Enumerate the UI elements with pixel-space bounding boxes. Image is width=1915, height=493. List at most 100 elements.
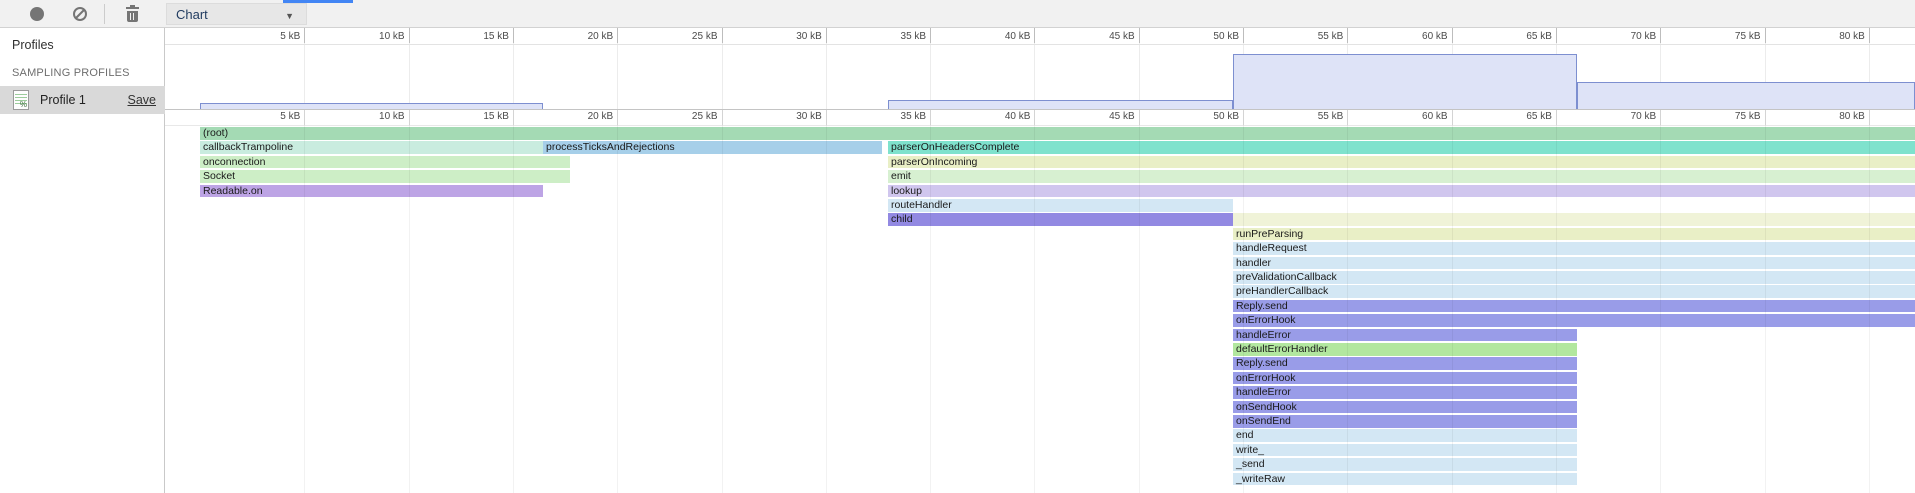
flame-bar[interactable]: parserOnHeadersComplete [888, 141, 1915, 154]
flame-axis-tick-label: 5 kB [230, 111, 300, 123]
flame-bar[interactable]: _writeRaw [1233, 473, 1577, 486]
flame-bar[interactable]: processTicksAndRejections [543, 141, 882, 154]
flame-bar[interactable]: _send [1233, 458, 1577, 471]
flame-tick [1452, 110, 1453, 125]
flame-bar[interactable]: write_ [1233, 444, 1577, 457]
flame-bar[interactable]: defaultErrorHandler [1233, 343, 1577, 356]
overview-axis-tick-label: 45 kB [1065, 31, 1135, 43]
flame-gridline [722, 110, 723, 493]
overview-tick [513, 28, 514, 43]
flame-bar[interactable]: Reply.send [1233, 357, 1577, 370]
flame-bar[interactable]: routeHandler [888, 199, 1233, 212]
save-profile-link[interactable]: Save [128, 93, 157, 107]
overview-axis-tick-label: 70 kB [1586, 31, 1656, 43]
flame-bar[interactable]: (root) [200, 127, 1915, 140]
overview-tick [1660, 28, 1661, 43]
overview-tick [1139, 28, 1140, 43]
flame-bar[interactable]: onconnection [200, 156, 570, 169]
heap-profiler-panel: { "toolbar": { "icons": [ {"name": "reco… [0, 0, 1915, 493]
flame-chart-pane: 5 kB10 kB15 kB20 kB25 kB30 kB35 kB40 kB4… [165, 28, 1915, 493]
flame-tick [1765, 110, 1766, 125]
flame-tick [1660, 110, 1661, 125]
flame-ruler-underline [165, 125, 1915, 126]
overview-tick [304, 28, 305, 43]
flame-axis-tick-label: 70 kB [1586, 111, 1656, 123]
flame-tick [409, 110, 410, 125]
flame-bar[interactable]: parserOnIncoming [888, 156, 1915, 169]
flame-gridline [930, 110, 931, 493]
view-mode-select[interactable]: Chart ▼ [166, 3, 307, 25]
flame-bar[interactable]: onSendEnd [1233, 415, 1577, 428]
overview-step [1233, 54, 1577, 110]
chevron-down-icon: ▼ [285, 11, 294, 21]
flame-tick [826, 110, 827, 125]
flame-bar[interactable]: child [888, 213, 1233, 226]
flame-axis-tick-label: 75 kB [1691, 111, 1761, 123]
flame-axis-tick-label: 10 kB [335, 111, 405, 123]
overview-tick [1034, 28, 1035, 43]
record-icon[interactable] [30, 7, 44, 21]
clear-all-icon[interactable] [73, 7, 87, 21]
flame-axis-tick-label: 65 kB [1482, 111, 1552, 123]
flame-tick [617, 110, 618, 125]
flame-bar[interactable]: Readable.on [200, 185, 543, 198]
flame-axis-tick-label: 25 kB [648, 111, 718, 123]
overview-axis-tick-label: 5 kB [230, 31, 300, 43]
flame-bar[interactable]: lookup [888, 185, 1915, 198]
flame-bar[interactable]: handler [1233, 257, 1915, 270]
flame-bar[interactable]: Reply.send [1233, 300, 1915, 313]
overview-axis-tick-label: 50 kB [1169, 31, 1239, 43]
overview-tick [617, 28, 618, 43]
overview-axis-tick-label: 60 kB [1378, 31, 1448, 43]
flame-bar[interactable]: onErrorHook [1233, 314, 1915, 327]
flame-tick [1139, 110, 1140, 125]
overview-axis-tick-label: 20 kB [543, 31, 613, 43]
flame-axis-tick-label: 80 kB [1795, 111, 1865, 123]
flame-bar[interactable]: handleRequest [1233, 242, 1915, 255]
trash-icon[interactable] [126, 6, 139, 22]
overview-bottom-border [165, 109, 1915, 110]
profile-list-item[interactable]: % Profile 1 Save [0, 86, 165, 114]
flame-bar-unlabeled[interactable] [1233, 213, 1915, 226]
flame-tick [1869, 110, 1870, 125]
flame-bar[interactable]: runPreParsing [1233, 228, 1915, 241]
flame-gridline [1139, 110, 1140, 493]
active-tab-indicator [283, 0, 353, 3]
flame-bar[interactable]: callbackTrampoline [200, 141, 543, 154]
flame-bar[interactable]: end [1233, 429, 1577, 442]
flame-bar[interactable]: preValidationCallback [1233, 271, 1915, 284]
overview-tick [1452, 28, 1453, 43]
flame-bar[interactable]: handleError [1233, 329, 1577, 342]
flame-axis-tick-label: 45 kB [1065, 111, 1135, 123]
profiler-toolbar: Chart ▼ [0, 0, 1915, 28]
flame-bar[interactable]: preHandlerCallback [1233, 285, 1915, 298]
flame-gridline [409, 110, 410, 493]
profile-name: Profile 1 [40, 93, 86, 107]
overview-tick [1556, 28, 1557, 43]
flame-axis-tick-label: 40 kB [960, 111, 1030, 123]
flame-axis-tick-label: 60 kB [1378, 111, 1448, 123]
profiles-sidebar: Profiles SAMPLING PROFILES % Profile 1 S… [0, 28, 165, 493]
overview-tick [409, 28, 410, 43]
flame-gridline [1556, 110, 1557, 493]
overview-tick [826, 28, 827, 43]
flame-gridline [1765, 110, 1766, 493]
flame-bar[interactable]: Socket [200, 170, 570, 183]
view-mode-value: Chart [176, 7, 208, 22]
flame-gridline [513, 110, 514, 493]
flame-tick [722, 110, 723, 125]
flame-axis-tick-label: 55 kB [1273, 111, 1343, 123]
overview-tick [1869, 28, 1870, 43]
overview-tick [930, 28, 931, 43]
flame-bar[interactable]: handleError [1233, 386, 1577, 399]
flame-tick [513, 110, 514, 125]
overview-axis-tick-label: 65 kB [1482, 31, 1552, 43]
flame-bar[interactable]: onErrorHook [1233, 372, 1577, 385]
flame-bar[interactable]: onSendHook [1233, 401, 1577, 414]
flame-bar[interactable]: emit [888, 170, 1915, 183]
flame-tick [304, 110, 305, 125]
overview-step [1577, 82, 1915, 110]
flame-gridline [826, 110, 827, 493]
flame-tick [1347, 110, 1348, 125]
heap-profile-icon: % [13, 90, 29, 110]
